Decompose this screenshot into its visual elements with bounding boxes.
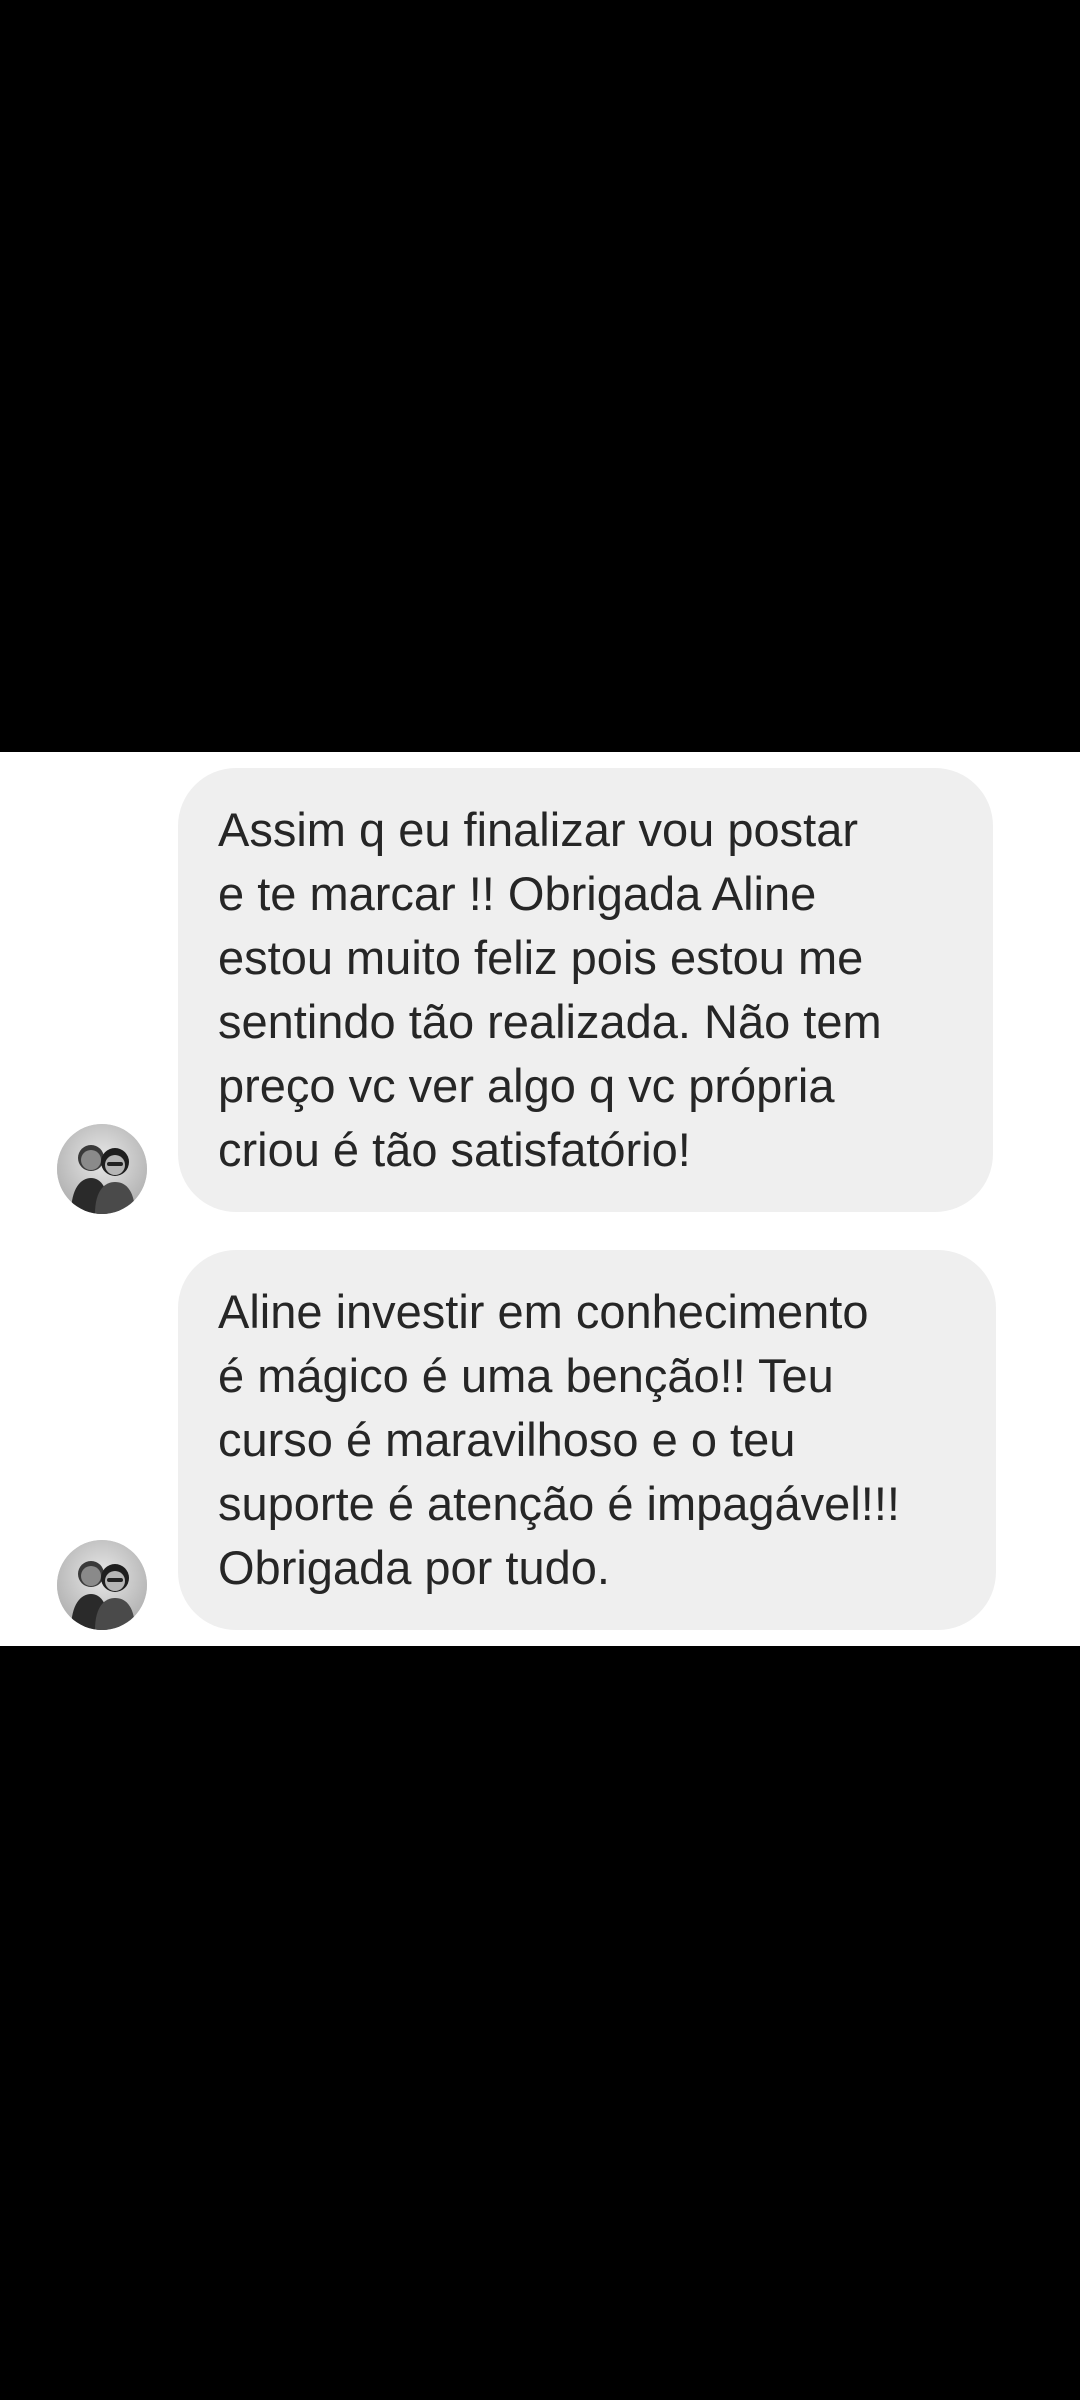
message-bubble[interactable]: Aline investir em conhecimento é mágico … (178, 1250, 996, 1630)
couple-photo-avatar-icon (57, 1540, 147, 1630)
sender-avatar[interactable] (57, 1124, 147, 1214)
message-bubble[interactable]: Assim q eu finalizar vou postar e te mar… (178, 768, 993, 1212)
couple-photo-avatar-icon (57, 1124, 147, 1214)
sender-avatar[interactable] (57, 1540, 147, 1630)
chat-thread: Assim q eu finalizar vou postar e te mar… (0, 752, 1080, 1646)
screenshot-canvas: Assim q eu finalizar vou postar e te mar… (0, 0, 1080, 2400)
